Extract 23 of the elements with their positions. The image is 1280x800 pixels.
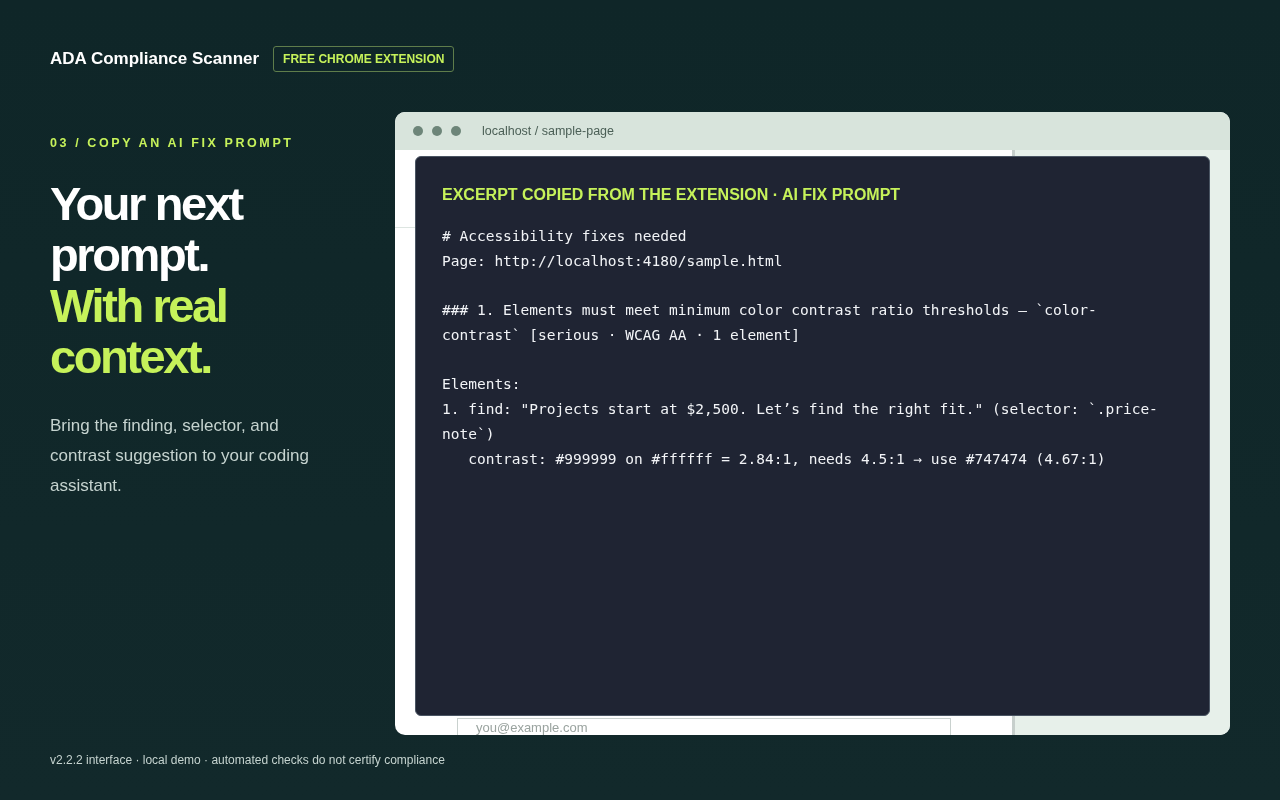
app-title: ADA Compliance Scanner <box>50 49 260 69</box>
description: Bring the finding, selector, and contrast suggestion to your coding assistant. <box>50 415 310 497</box>
code-line: ### 1. Elements must meet minimum color contrast ratio thresholds — `color- <box>442 301 1098 320</box>
window-dot-icon <box>413 126 423 136</box>
headline-accent: context. <box>50 331 212 382</box>
email-field[interactable]: you@example.com <box>457 718 951 735</box>
code-line: 1. find: "Projects start at $2,500. Let’s find the right fit." (selector: `.price- <box>442 400 1159 419</box>
address-text: localhost / sample-page <box>482 124 615 138</box>
footer-note: v2.2.2 interface · local demo · automated checks do not certify compliance <box>50 753 446 767</box>
headline: prompt. <box>50 229 210 280</box>
headline: Your next <box>50 178 244 229</box>
headline-accent: With real <box>50 280 228 331</box>
card-title: EXCERPT COPIED FROM THE EXTENSION · AI FIX PROMPT <box>442 186 902 204</box>
code-line: contrast` [serious · WCAG AA · 1 element] <box>442 326 801 345</box>
extension-badge: FREE CHROME EXTENSION <box>273 46 455 72</box>
code-line: Elements: <box>442 375 522 394</box>
code-line: note`) <box>442 425 496 444</box>
code-line: Page: http://localhost:4180/sample.html <box>442 252 784 271</box>
code-line: # Accessibility fixes needed <box>442 227 688 246</box>
window-dot-icon <box>451 126 461 136</box>
step-label: 03 / COPY AN AI FIX PROMPT <box>50 136 295 150</box>
code-line: contrast: #999999 on #ffffff = 2.84:1, needs 4.5:1 → use #747474 (4.67:1) <box>467 450 1107 469</box>
window-dot-icon <box>432 126 442 136</box>
